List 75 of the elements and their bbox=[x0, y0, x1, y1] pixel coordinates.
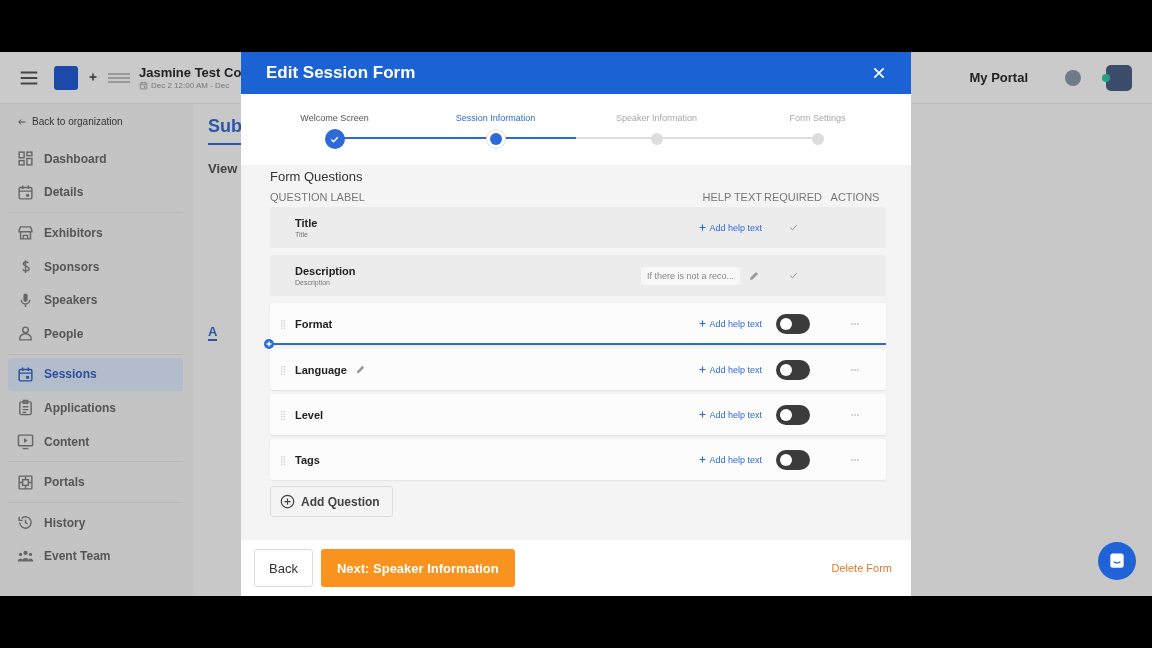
add-help-text-link[interactable]: Add help text bbox=[698, 318, 762, 329]
section-title: Form Questions bbox=[270, 169, 364, 184]
sidebar-item[interactable]: Sponsors bbox=[8, 249, 183, 284]
add-help-text-link[interactable]: Add help text bbox=[698, 409, 762, 420]
back-button[interactable]: Back bbox=[254, 549, 313, 587]
logo-icon bbox=[54, 65, 78, 90]
plus-icon bbox=[698, 319, 708, 328]
chat-icon bbox=[1107, 551, 1127, 571]
history-icon bbox=[17, 514, 34, 532]
column-header: QUESTION LABEL bbox=[270, 191, 366, 203]
step-label: Speaker Information bbox=[615, 113, 697, 123]
pencil-icon[interactable] bbox=[748, 269, 760, 282]
calendar-icon bbox=[17, 365, 34, 383]
plus-icon bbox=[698, 455, 708, 464]
required-toggle[interactable] bbox=[776, 359, 810, 380]
plus-icon bbox=[698, 223, 708, 232]
question-label: Title bbox=[295, 217, 318, 229]
question-label: Tags bbox=[295, 453, 320, 466]
back-link[interactable]: Back to organization bbox=[8, 114, 123, 139]
clipboard-icon bbox=[17, 399, 34, 417]
sidebar-item[interactable]: Applications bbox=[8, 391, 183, 425]
help-text-field[interactable]: If there is not a reco... bbox=[640, 266, 740, 285]
step-label: Session Information bbox=[455, 113, 536, 123]
question-label: Format bbox=[295, 317, 333, 330]
sidebar-item[interactable]: Dashboard bbox=[8, 142, 183, 176]
add-question-button[interactable]: Add Question bbox=[270, 486, 393, 517]
sidebar-item[interactable]: Sessions bbox=[8, 357, 183, 392]
add-help-text-link[interactable]: Add help text bbox=[698, 222, 762, 233]
add-circle-icon bbox=[280, 494, 295, 509]
close-icon bbox=[871, 65, 887, 81]
arrow-left-icon bbox=[17, 116, 27, 127]
grid-icon bbox=[17, 150, 34, 168]
calendar-icon bbox=[139, 81, 148, 90]
column-header: REQUIRED bbox=[763, 191, 823, 203]
add-help-text-link[interactable]: Add help text bbox=[698, 364, 762, 375]
sidebar-item[interactable]: People bbox=[8, 316, 183, 351]
sidebar-item[interactable]: History bbox=[8, 505, 183, 540]
column-header: HELP TEXT bbox=[701, 191, 762, 203]
logo-mark bbox=[108, 72, 130, 83]
portal-icon bbox=[17, 473, 34, 491]
sidebar-item[interactable]: Portals bbox=[8, 465, 183, 499]
step-label: Welcome Screen bbox=[300, 113, 369, 123]
event-title: Jasmine Test Co bbox=[139, 65, 242, 80]
chat-button[interactable] bbox=[1098, 542, 1136, 580]
sidebar-item[interactable]: Exhibitors bbox=[8, 216, 183, 250]
sidebar-item[interactable]: Speakers bbox=[8, 283, 183, 317]
step-label: Form Settings bbox=[789, 113, 846, 123]
required-toggle[interactable] bbox=[776, 313, 810, 334]
column-header: ACTIONS bbox=[830, 191, 880, 203]
close-button[interactable] bbox=[871, 65, 887, 81]
modal-title: Edit Session Form bbox=[266, 63, 416, 83]
plus-icon bbox=[698, 365, 708, 374]
required-toggle[interactable] bbox=[776, 404, 810, 425]
portal-link[interactable]: My Portal bbox=[969, 70, 1028, 85]
delete-form-link[interactable]: Delete Form bbox=[825, 561, 898, 575]
sidebar-item[interactable]: Details bbox=[8, 175, 183, 210]
view-tab[interactable]: View bbox=[208, 161, 238, 176]
plus-icon bbox=[87, 71, 99, 83]
question-label: Level bbox=[295, 408, 324, 421]
event-dates: Dec 2 12:00 AM - Dec bbox=[151, 81, 230, 90]
person-icon bbox=[17, 325, 34, 343]
pencil-icon[interactable] bbox=[354, 364, 366, 375]
sidebar-item[interactable]: Event Team bbox=[8, 539, 183, 574]
sidebar-item[interactable]: Content bbox=[8, 424, 183, 459]
tab[interactable]: A bbox=[208, 324, 218, 341]
online-status-icon bbox=[1102, 73, 1110, 82]
question-label: Language bbox=[295, 363, 347, 376]
question-label: Description bbox=[295, 265, 356, 277]
play-screen-icon bbox=[17, 433, 34, 451]
calendar-icon bbox=[17, 183, 34, 201]
booth-icon bbox=[17, 224, 34, 242]
next-button[interactable]: Next: Speaker Information bbox=[320, 549, 515, 587]
required-toggle[interactable] bbox=[776, 449, 810, 470]
plus-icon bbox=[698, 410, 708, 419]
add-help-text-link[interactable]: Add help text bbox=[698, 454, 762, 465]
